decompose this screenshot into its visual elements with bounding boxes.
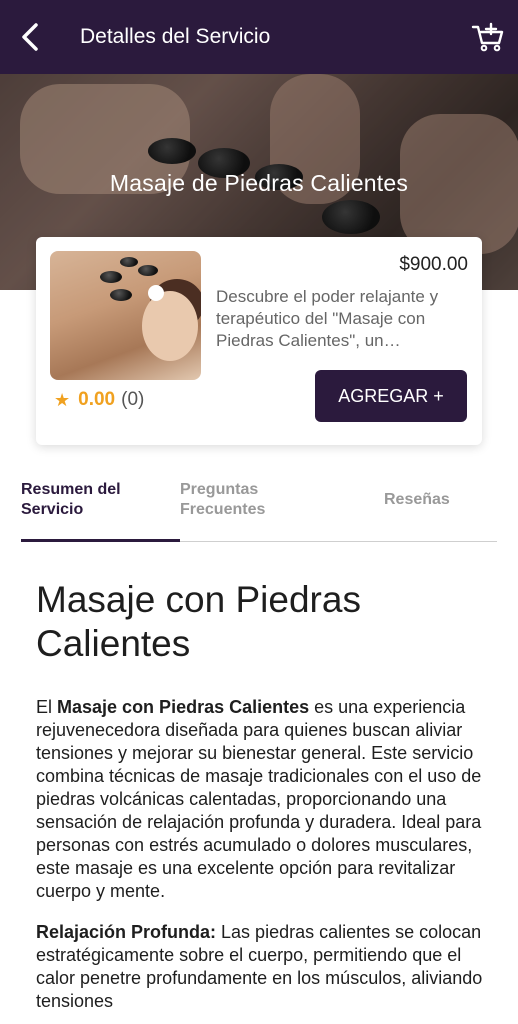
overview-heading: Masaje con Piedras Calientes [36,579,361,664]
active-tab-indicator [21,539,180,542]
cart-add-icon [471,22,504,52]
rating-value: 0.00 [78,389,116,410]
service-description: Descubre el poder relajante y terapéutic… [216,287,439,350]
back-button[interactable] [0,0,60,74]
service-card: $900.00 Descubre el poder relajante y te… [36,237,482,445]
page-title: Detalles del Servicio [80,25,271,48]
service-overview: Masaje con Piedras Calientes El Masaje c… [36,578,484,1013]
tab-reviews[interactable]: Reseñas [384,490,450,510]
benefit-title: Relajación Profunda: [36,922,217,942]
tab-summary[interactable]: Resumen del Servicio [21,480,131,520]
service-image [50,251,201,380]
arrow-left-icon [22,23,38,51]
para-bold-text: Masaje con Piedras Calientes [57,697,310,717]
rating-count: (0) [121,389,145,410]
service-rating: ★ 0.00 (0) [54,389,144,411]
star-icon: ★ [54,389,71,410]
add-to-cart-button[interactable]: AGREGAR + [315,370,467,422]
service-price: $900.00 [399,254,468,275]
benefit-paragraph: Relajación Profunda: Las piedras calient… [36,921,484,1013]
cart-button[interactable] [458,0,518,74]
para-text: El [36,697,58,717]
tab-bar: Resumen del Servicio Preguntas Frecuente… [21,470,497,542]
overview-paragraph: El Masaje con Piedras Calientes es una e… [36,696,484,903]
tab-faq[interactable]: Preguntas Frecuentes [180,480,280,520]
app-header: Detalles del Servicio [0,0,518,74]
hero-title: Masaje de Piedras Calientes [109,170,409,196]
para-text: es una experiencia rejuvenecedora diseña… [36,697,482,901]
